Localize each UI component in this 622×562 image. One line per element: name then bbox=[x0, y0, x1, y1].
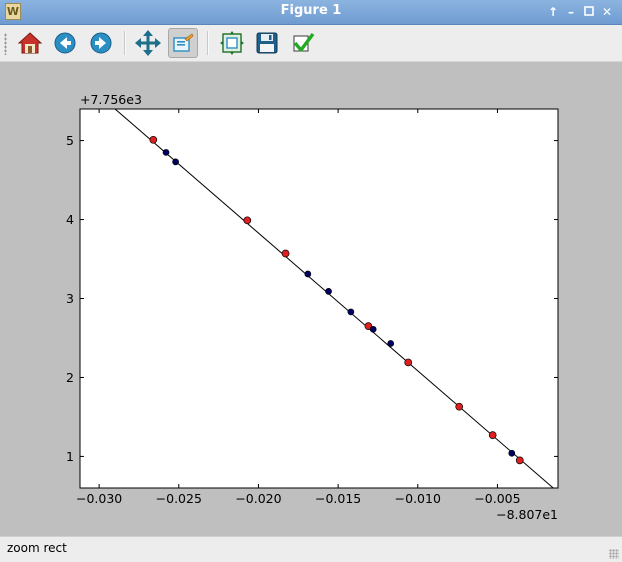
x-tick-label: −0.030 bbox=[76, 491, 122, 506]
red-data-point bbox=[149, 135, 158, 144]
back-button[interactable] bbox=[50, 28, 80, 58]
x-tick-label: −0.025 bbox=[156, 491, 202, 506]
x-offset-label: −8.807e1 bbox=[496, 507, 558, 522]
red-data-point bbox=[455, 402, 464, 411]
window-title: Figure 1 bbox=[280, 3, 342, 18]
minimize-icon[interactable]: – bbox=[564, 5, 578, 19]
toolbar-grip[interactable] bbox=[4, 33, 7, 55]
y-offset-label: +7.756e3 bbox=[80, 92, 142, 107]
navy-data-point bbox=[369, 325, 377, 333]
figure-window: W Figure 1 ↑ – ✕ −0.030 −0.025 −0.020 −0… bbox=[0, 0, 622, 562]
pan-button[interactable] bbox=[133, 28, 163, 58]
navy-data-point bbox=[347, 308, 355, 316]
x-tick-label: −0.015 bbox=[315, 491, 361, 506]
x-tick-label: −0.005 bbox=[474, 491, 520, 506]
navy-data-point bbox=[387, 340, 395, 347]
maximize-icon[interactable] bbox=[582, 5, 596, 19]
subplots-button[interactable] bbox=[217, 28, 247, 58]
axes-background[interactable] bbox=[80, 109, 558, 488]
y-tick-label: 4 bbox=[66, 212, 74, 227]
close-icon[interactable]: ✕ bbox=[600, 5, 614, 19]
red-data-point bbox=[243, 216, 252, 225]
zoom-rect-icon bbox=[173, 33, 194, 52]
navigation-toolbar bbox=[0, 25, 622, 62]
status-message: zoom rect bbox=[7, 541, 67, 555]
navy-data-point bbox=[172, 158, 179, 166]
y-tick-label: 5 bbox=[66, 133, 74, 148]
navy-data-point bbox=[162, 149, 170, 156]
y-tick-label: 2 bbox=[66, 370, 74, 385]
zoom-button[interactable] bbox=[168, 28, 198, 58]
home-button[interactable] bbox=[15, 28, 45, 58]
resize-grip[interactable] bbox=[609, 549, 619, 559]
toolbar-separator bbox=[124, 31, 126, 55]
red-data-point bbox=[488, 431, 497, 439]
red-data-point bbox=[404, 358, 413, 367]
y-tick-label: 3 bbox=[66, 291, 74, 306]
edit-parameters-button[interactable] bbox=[288, 28, 318, 58]
navy-data-point bbox=[508, 449, 516, 457]
figure-canvas[interactable]: −0.030 −0.025 −0.020 −0.015 −0.010 −0.005 1 2 3 4… bbox=[0, 62, 622, 536]
subplots-icon bbox=[220, 31, 244, 55]
title-bar[interactable]: W Figure 1 ↑ – ✕ bbox=[0, 0, 622, 25]
forward-button[interactable] bbox=[86, 28, 116, 58]
red-data-point bbox=[281, 249, 290, 258]
move-icon bbox=[135, 30, 161, 56]
toolbar-separator bbox=[207, 31, 209, 55]
arrow-right-icon bbox=[90, 32, 112, 54]
y-tick-label: 1 bbox=[66, 449, 74, 464]
arrow-left-icon bbox=[54, 32, 76, 54]
red-data-point bbox=[515, 456, 524, 465]
checkmark-icon bbox=[293, 32, 315, 52]
x-tick-label: −0.010 bbox=[395, 491, 441, 506]
save-button[interactable] bbox=[252, 28, 282, 58]
pin-icon[interactable]: ↑ bbox=[546, 5, 560, 19]
floppy-disk-icon bbox=[256, 32, 278, 54]
status-bar: zoom rect bbox=[0, 536, 622, 562]
navy-data-point bbox=[325, 288, 332, 295]
scatter-plot[interactable]: −0.030 −0.025 −0.020 −0.015 −0.010 −0.005 1 2 3 4… bbox=[0, 62, 622, 536]
navy-data-point bbox=[304, 270, 312, 278]
x-tick-label: −0.020 bbox=[235, 491, 281, 506]
home-icon bbox=[18, 32, 42, 54]
